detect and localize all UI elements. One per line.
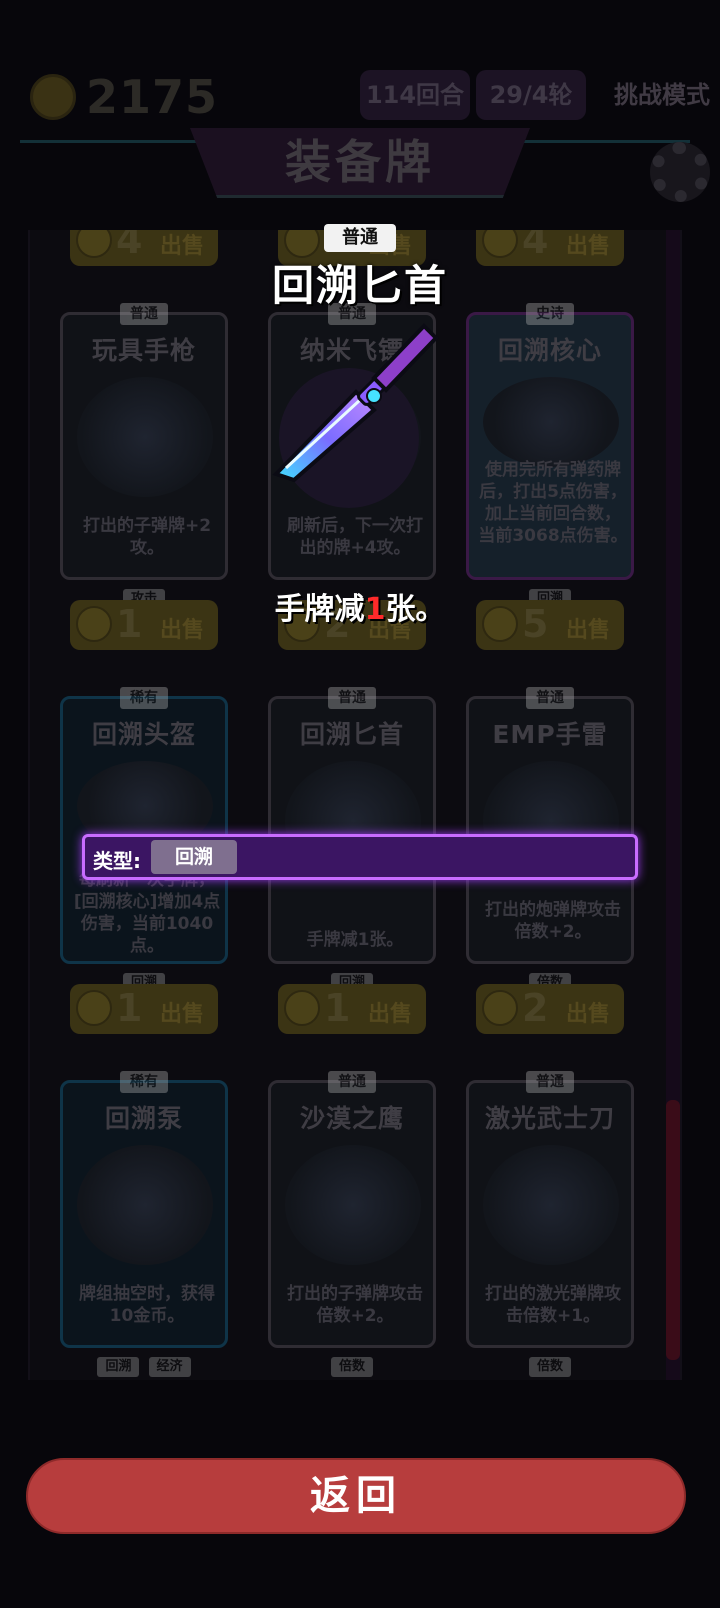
equipment-card[interactable]: 稀有 回溯泵 牌组抽空时，获得10金币。 回溯 经济 bbox=[60, 1071, 228, 1377]
sell-button[interactable]: 2 出售 bbox=[476, 984, 624, 1034]
gold-coin-icon bbox=[30, 74, 76, 120]
equipment-card[interactable]: 史诗 回溯核心 使用完所有弹药牌后，打出5点伤害，加上当前回合数，当前3068点… bbox=[466, 303, 634, 609]
sell-label: 出售 bbox=[159, 1002, 204, 1027]
detail-rarity-badge: 普通 bbox=[324, 224, 396, 252]
equipment-card[interactable]: 普通 回溯匕首 手牌减1张。 回溯 bbox=[268, 687, 436, 993]
sell-button[interactable]: 1 出售 bbox=[278, 984, 426, 1034]
sell-cost: 2 bbox=[522, 986, 549, 1030]
rarity-badge: 普通 bbox=[328, 1071, 376, 1093]
detail-desc-prefix: 手牌减 bbox=[274, 592, 365, 627]
equipment-card[interactable]: 普通 玩具手枪 打出的子弹牌+2攻。 攻击 bbox=[60, 303, 228, 609]
equipment-card[interactable]: 普通 激光武士刀 打出的激光弹牌攻击倍数+1。 倍数 bbox=[466, 1071, 634, 1377]
tag-row: 回溯 经济 bbox=[63, 1355, 225, 1377]
card-description: 使用完所有弹药牌后，打出5点伤害，加上当前回合数，当前3068点伤害。 bbox=[478, 460, 628, 546]
mode-label: 挑战模式 bbox=[614, 81, 710, 109]
dagger-handle bbox=[371, 323, 439, 393]
equipment-card[interactable]: 普通 沙漠之鹰 打出的子弹牌攻击倍数+2。 倍数 bbox=[268, 1071, 436, 1377]
card-tag: 倍数 bbox=[330, 1357, 373, 1377]
card-description: 打出的激光弹牌攻击倍数+1。 bbox=[485, 1284, 621, 1326]
toy-pistol-icon bbox=[77, 377, 213, 497]
sell-cost: 1 bbox=[324, 986, 351, 1030]
card-name: 回溯匕首 bbox=[299, 720, 404, 749]
card-tag: 经济 bbox=[148, 1357, 191, 1377]
card-description: 打出的子弹牌+2攻。 bbox=[82, 516, 212, 558]
pump-icon bbox=[77, 1145, 213, 1265]
page-title: 装备牌 bbox=[285, 135, 435, 189]
dagger-gem bbox=[366, 388, 382, 404]
rarity-badge: 稀有 bbox=[120, 687, 168, 709]
type-label: 类型: bbox=[93, 849, 141, 873]
rarity-badge: 普通 bbox=[526, 687, 574, 709]
sell-label: 出售 bbox=[367, 1002, 412, 1027]
card-name: 沙漠之鹰 bbox=[299, 1104, 404, 1133]
coin-icon bbox=[482, 990, 518, 1026]
sell-button[interactable]: 1 出售 bbox=[70, 984, 218, 1034]
top-status-bar: 2175 114回合 29/4轮 挑战模式 bbox=[20, 66, 710, 126]
coin-icon bbox=[76, 990, 112, 1026]
core-icon bbox=[483, 377, 619, 467]
card-name: 玩具手枪 bbox=[91, 336, 196, 365]
round-counter: 114回合 bbox=[360, 70, 470, 120]
laser-katana-icon bbox=[483, 1145, 619, 1265]
scrollbar[interactable] bbox=[666, 230, 680, 1380]
card-description: 打出的子弹牌攻击倍数+2。 bbox=[287, 1284, 423, 1326]
card-tag: 回溯 bbox=[97, 1357, 140, 1377]
gear-icon[interactable] bbox=[650, 142, 710, 202]
type-bar: 类型: 回溯 bbox=[82, 834, 638, 880]
type-chip: 回溯 bbox=[151, 840, 237, 874]
card-tag: 倍数 bbox=[528, 1357, 571, 1377]
dagger-icon bbox=[272, 323, 439, 508]
scroll-thumb[interactable] bbox=[666, 1100, 680, 1360]
card-name: 激光武士刀 bbox=[484, 1104, 615, 1133]
coin-icon bbox=[284, 990, 320, 1026]
detail-desc-number: 1 bbox=[364, 592, 386, 627]
card-name: 回溯核心 bbox=[497, 336, 602, 365]
tag-row: 倍数 bbox=[469, 1355, 631, 1377]
card-description: 每刷新一次手牌，[回溯核心]增加4点伤害，当前1040点。 bbox=[73, 870, 221, 956]
card-description: 打出的炮弹牌攻击倍数+2。 bbox=[485, 900, 621, 942]
detail-desc-suffix: 张。 bbox=[385, 592, 446, 627]
card-name: 回溯头盔 bbox=[91, 720, 196, 749]
card-name: EMP手雷 bbox=[492, 720, 608, 749]
equipment-card[interactable]: 稀有 回溯头盔 每刷新一次手牌，[回溯核心]增加4点伤害，当前1040点。 回溯 bbox=[60, 687, 228, 993]
equipment-card[interactable]: 普通 EMP手雷 打出的炮弹牌攻击倍数+2。 倍数 bbox=[466, 687, 634, 993]
card-name: 回溯泵 bbox=[104, 1104, 183, 1133]
sell-cost: 1 bbox=[116, 986, 143, 1030]
card-description: 手牌减1张。 bbox=[306, 930, 404, 950]
rarity-badge: 普通 bbox=[526, 1071, 574, 1093]
tag-row: 倍数 bbox=[271, 1355, 433, 1377]
back-button[interactable]: 返回 bbox=[26, 1458, 686, 1534]
detail-description: 手牌减1张。 bbox=[0, 584, 720, 628]
detail-card-name: 回溯匕首 bbox=[271, 261, 448, 310]
sell-label: 出售 bbox=[565, 1002, 610, 1027]
rarity-badge: 普通 bbox=[328, 687, 376, 709]
card-description: 刷新后，下一次打出的牌+4攻。 bbox=[287, 516, 423, 558]
banner-left-wing bbox=[20, 140, 200, 196]
desert-eagle-icon bbox=[285, 1145, 421, 1265]
card-description: 牌组抽空时，获得10金币。 bbox=[79, 1284, 215, 1326]
dagger-backdrop bbox=[279, 368, 419, 508]
gold-amount: 2175 bbox=[86, 70, 219, 124]
rarity-badge: 稀有 bbox=[120, 1071, 168, 1093]
wave-counter: 29/4轮 bbox=[476, 70, 586, 120]
